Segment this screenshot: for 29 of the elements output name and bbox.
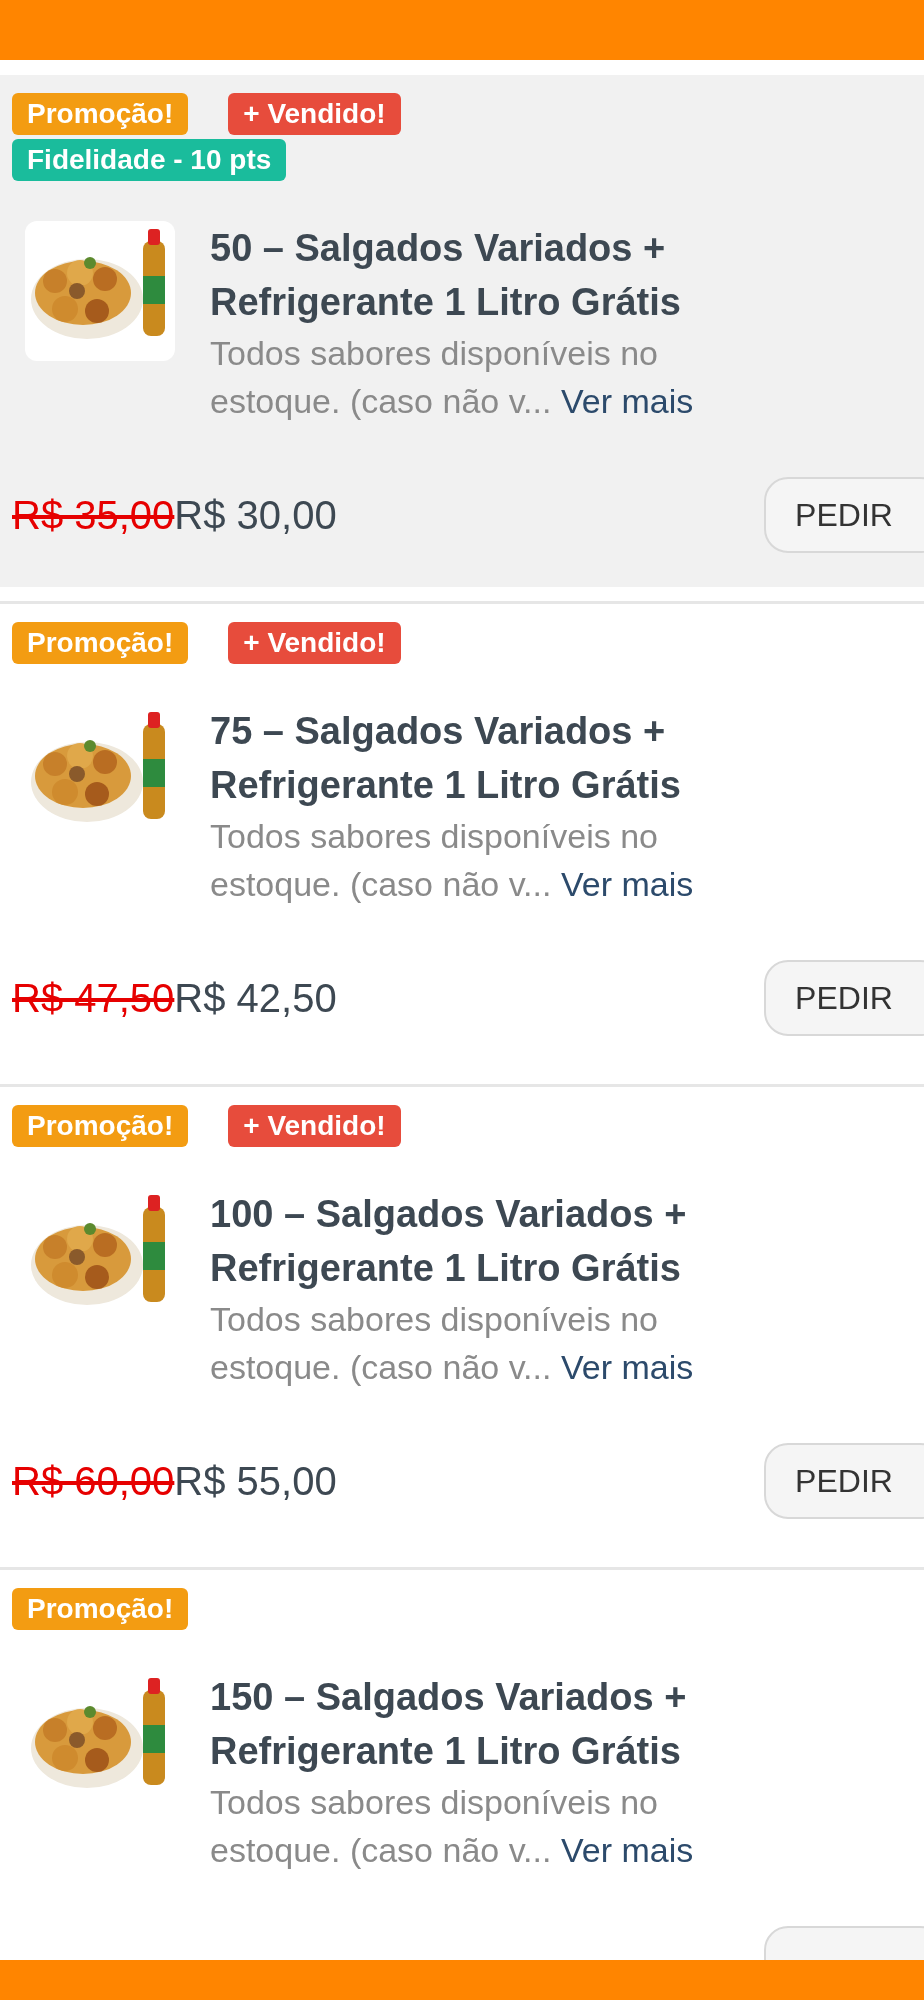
product-title: 100 – Salgados Variados + Refrigerante 1 Litro Grátis	[210, 1192, 688, 1291]
price: R$ 30,00	[174, 492, 337, 539]
badge: + Vendido!	[228, 1105, 401, 1147]
badge: + Vendido!	[228, 622, 401, 664]
product-description: Todos sabores disponíveis no estoque. (caso não v... Ver mais	[210, 816, 695, 905]
product-description: Todos sabores disponíveis no estoque. (caso não v... Ver mais	[210, 1299, 695, 1388]
order-button[interactable]: PEDIR	[764, 1443, 924, 1519]
old-price: R$ 35,00	[12, 492, 175, 539]
see-more-link[interactable]: Ver mais	[560, 382, 694, 420]
badge: Promoção!	[12, 93, 189, 135]
product-description: Todos sabores disponíveis no estoque. (caso não v... Ver mais	[210, 1782, 695, 1871]
see-more-link[interactable]: Ver mais	[560, 1348, 694, 1386]
badge: Promoção!	[12, 1105, 189, 1147]
price: R$ 55,00	[174, 1458, 337, 1505]
badge: Fidelidade - 10 pts	[12, 139, 287, 181]
badge: + Vendido!	[228, 93, 401, 135]
order-button[interactable]: PEDIR	[764, 477, 924, 553]
product-title: 150 – Salgados Variados + Refrigerante 1 Litro Grátis	[210, 1675, 688, 1774]
product-description: Todos sabores disponíveis no estoque. (caso não v... Ver mais	[210, 333, 695, 422]
order-button[interactable]: PEDIR	[764, 960, 924, 1036]
old-price: R$ 47,50	[12, 975, 175, 1022]
product-title: 50 – Salgados Variados + Refrigerante 1 Litro Grátis	[210, 226, 682, 325]
see-more-link[interactable]: Ver mais	[560, 1831, 694, 1869]
product-title: 75 – Salgados Variados + Refrigerante 1 Litro Grátis	[210, 709, 682, 808]
badge: Promoção!	[12, 1588, 189, 1630]
old-price: R$ 60,00	[12, 1458, 175, 1505]
badge: Promoção!	[12, 622, 189, 664]
see-more-link[interactable]: Ver mais	[560, 865, 694, 903]
price: R$ 42,50	[174, 975, 337, 1022]
